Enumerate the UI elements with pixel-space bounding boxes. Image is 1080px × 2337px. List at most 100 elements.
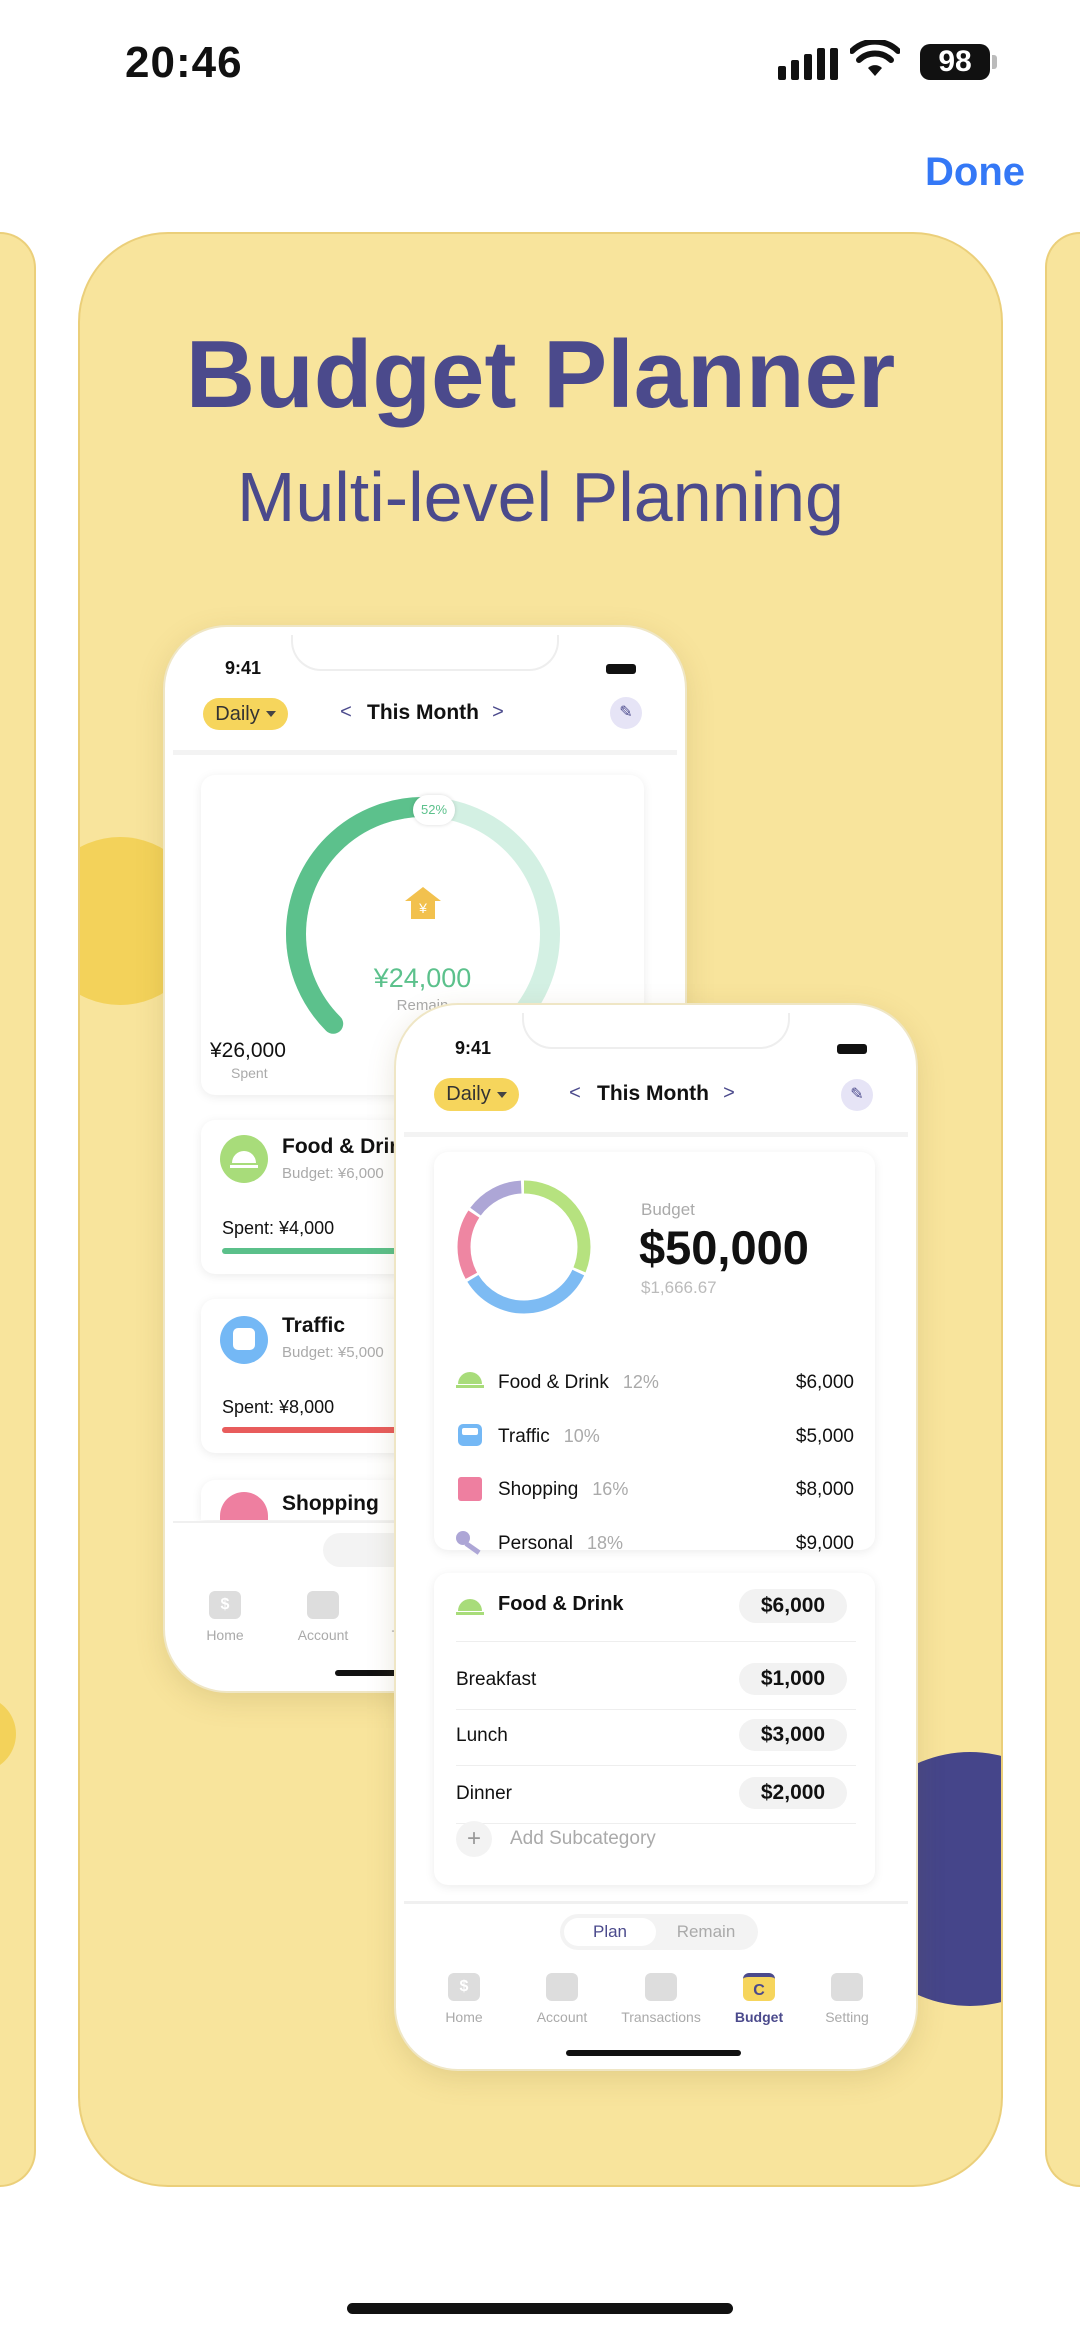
nav-setting-icon[interactable] (831, 1973, 863, 2001)
nav-account-label[interactable]: Account (298, 1627, 349, 1643)
budget-row[interactable]: Personal 18% (498, 1533, 623, 1555)
nav-home-icon[interactable]: $ (209, 1591, 241, 1619)
divider (456, 1641, 856, 1642)
subcategory-amount[interactable]: $3,000 (739, 1719, 847, 1751)
done-button[interactable]: Done (925, 150, 1025, 195)
prev-month-button[interactable]: < (569, 1082, 581, 1105)
status-time: 20:46 (125, 38, 243, 87)
phone-status-icons (578, 661, 638, 674)
subcategory-name: Breakfast (456, 1669, 537, 1690)
detail-amount[interactable]: $6,000 (739, 1589, 847, 1623)
budget-summary-card: Budget $50,000 $1,666.67 Food & Drink 12%… (434, 1152, 875, 1555)
row-amount: $5,000 (795, 1426, 854, 1447)
budget-row[interactable]: Traffic 10% (498, 1426, 600, 1448)
header-divider (404, 1132, 908, 1137)
budget-row[interactable]: Food & Drink 12% (498, 1372, 659, 1394)
period-dropdown[interactable]: Daily (203, 698, 288, 730)
category-budget: Budget: ¥6,000 (282, 1165, 384, 1182)
plus-icon[interactable]: + (456, 1821, 492, 1857)
nav-account-icon[interactable] (307, 1591, 339, 1619)
phone-time: 9:41 (225, 658, 262, 678)
budget-label: Budget (641, 1200, 695, 1219)
gauge-percent: 52% (413, 795, 455, 825)
edit-icon[interactable]: ✎ (841, 1079, 873, 1111)
card-title: Budget Planner (185, 321, 896, 428)
subcategory-name: Lunch (456, 1725, 508, 1746)
caret-down-icon (496, 1091, 507, 1098)
row-amount: $6,000 (795, 1372, 854, 1393)
phone-mockup-budget: 9:41 Daily < This Month > ✎ Budget $50,0… (396, 1005, 916, 2069)
month-label: This Month (597, 1082, 709, 1105)
remain-tab[interactable]: Remain (660, 1918, 752, 1946)
nav-home-icon[interactable]: $ (448, 1973, 480, 2001)
row-name: Shopping (498, 1479, 579, 1500)
row-name: Personal (498, 1533, 573, 1554)
bag-icon (220, 1492, 268, 1520)
plan-remain-toggle: Plan Remain (560, 1914, 758, 1950)
budget-row[interactable]: Shopping 16% (498, 1479, 628, 1501)
next-screenshot-card[interactable] (1045, 232, 1080, 2187)
subcategory-amount[interactable]: $1,000 (739, 1663, 847, 1695)
row-name: Traffic (498, 1426, 550, 1447)
card-subtitle: Multi-level Planning (237, 458, 844, 536)
row-percent: 10% (563, 1426, 600, 1446)
nav-budget-label[interactable]: Budget (735, 2009, 783, 2025)
remain-amount: ¥24,000 (373, 963, 472, 993)
phone-notch (522, 1013, 790, 1049)
cloche-icon (220, 1135, 268, 1183)
cloche-icon (456, 1370, 484, 1394)
row-name: Food & Drink (498, 1372, 609, 1393)
previous-screenshot-card[interactable] (0, 232, 36, 2187)
prev-month-button[interactable]: < (340, 701, 352, 724)
nav-budget-icon[interactable]: C (743, 1973, 775, 2001)
nav-transactions-icon[interactable] (645, 1973, 677, 2001)
row-percent: 16% (592, 1479, 629, 1499)
budget-donut-chart (457, 1180, 591, 1314)
bag-icon (456, 1477, 484, 1501)
nav-home-label[interactable]: Home (206, 1627, 243, 1643)
row-percent: 18% (587, 1533, 624, 1553)
divider (456, 1765, 856, 1766)
nav-account-label[interactable]: Account (537, 2009, 588, 2025)
nav-home-label[interactable]: Home (445, 2009, 482, 2025)
row-amount: $9,000 (795, 1533, 854, 1554)
row-percent: 12% (622, 1372, 659, 1392)
row-amount: $8,000 (795, 1479, 854, 1500)
period-label: Daily (215, 702, 260, 725)
edit-icon[interactable]: ✎ (610, 697, 642, 729)
plan-tab[interactable]: Plan (564, 1918, 656, 1946)
subcategory-card: Food & Drink $6,000 Breakfast $1,000 Lun… (434, 1573, 875, 1885)
category-spent: Spent: ¥8,000 (222, 1397, 335, 1417)
period-dropdown[interactable]: Daily (434, 1078, 519, 1111)
nav-setting-label[interactable]: Setting (825, 2009, 869, 2025)
home-indicator (347, 2303, 733, 2314)
category-name: Shopping (282, 1492, 379, 1515)
bus-icon (456, 1424, 484, 1448)
subcategory-amount[interactable]: $2,000 (739, 1777, 847, 1809)
period-label: Daily (446, 1083, 491, 1105)
phone-notch (291, 635, 559, 671)
nav-transactions-label[interactable]: Transactions (621, 2009, 701, 2025)
next-month-button[interactable]: > (492, 701, 504, 724)
caret-down-icon (265, 711, 276, 717)
spent-amount: ¥26,000 (210, 1039, 286, 1062)
nav-account-icon[interactable] (546, 1973, 578, 2001)
cloche-icon (456, 1599, 484, 1615)
category-budget: Budget: ¥5,000 (282, 1344, 384, 1361)
divider (456, 1709, 856, 1710)
phone-status-icons (809, 1041, 869, 1054)
microphone-icon (456, 1531, 484, 1555)
category-spent: Spent: ¥4,000 (222, 1218, 335, 1238)
next-month-button[interactable]: > (723, 1082, 735, 1105)
phone-time: 9:41 (455, 1038, 492, 1058)
spent-label: Spent (231, 1065, 268, 1081)
header-divider (173, 750, 677, 755)
wifi-icon (850, 40, 900, 76)
battery-tip (992, 55, 997, 69)
divider (456, 1823, 856, 1824)
detail-category-name: Food & Drink (498, 1593, 624, 1615)
add-subcategory-button[interactable]: Add Subcategory (510, 1828, 656, 1850)
battery-icon: 98 (920, 44, 990, 80)
month-label: This Month (367, 701, 479, 724)
signal-icon (778, 48, 838, 80)
